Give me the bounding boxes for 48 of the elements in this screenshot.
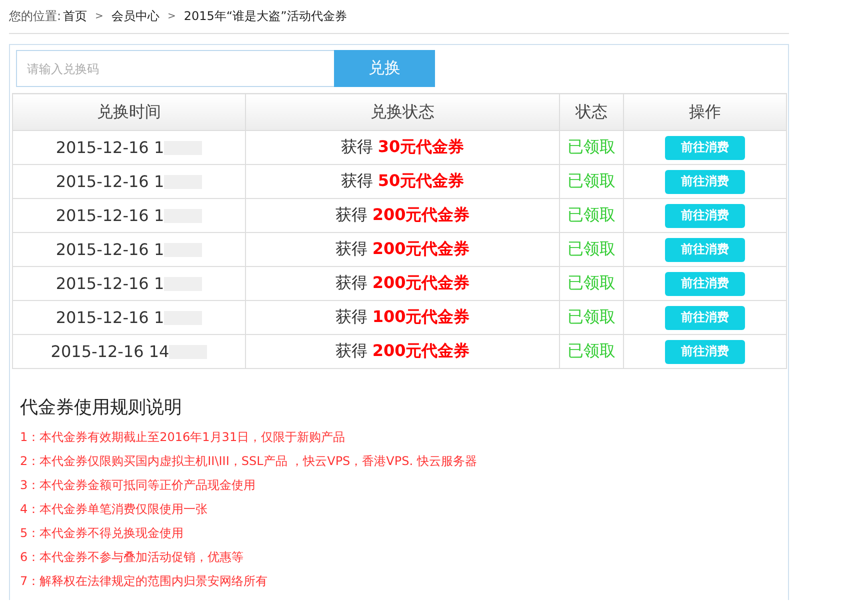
table-cell: 获得 200元代金券 [335,205,470,224]
table-cell: 获得 200元代金券 [335,273,470,292]
rule-text: 1：本代金券有效期截止至2016年1月31日，仅限于新购产品 [20,429,346,446]
rule-text: 4：本代金券单笔消费仅限使用一张 [20,501,209,518]
redeem-button[interactable]: 兑换 [334,50,435,87]
status-text: 已领取 [568,341,616,360]
table-cell: 获得 100元代金券 [335,307,470,326]
rule-text: 3：本代金券金额可抵同等正价产品现金使用 [20,477,257,494]
spend-button[interactable]: 前往消费 [665,340,745,364]
breadcrumb-link[interactable]: 2015年“谁是大盗”活动代金券 [184,8,347,25]
table-cell: 2015-12-16 1 [56,240,164,259]
status-text: 已领取 [568,273,616,292]
table-cell: 2015-12-16 1 [56,206,164,225]
section-title: 代金券使用规则说明 [20,396,183,419]
status-text: 已领取 [568,171,616,190]
table-cell: 2015-12-16 1 [56,172,164,191]
status-text: 已领取 [568,239,616,258]
status-text: 已领取 [568,205,616,224]
table-cell: 获得 50元代金券 [340,171,464,190]
status-text: 已领取 [568,307,616,326]
table-cell: 获得 200元代金券 [335,239,470,258]
rule-text: 6：本代金券不参与叠加活动促销，优惠等 [20,549,245,566]
breadcrumb-separator: > [167,11,176,22]
column-header: 兑换状态 [246,94,560,130]
breadcrumb-link[interactable]: 会员中心 [111,8,160,25]
rule-text: 2：本代金券仅限购买国内虚拟主机II\III，SSL产品 ，快云VPS，香港VPS. 快云服务器 [20,453,478,470]
spend-button[interactable]: 前往消费 [665,238,745,262]
column-header: 兑换时间 [12,94,246,130]
spend-button[interactable]: 前往消费 [665,306,745,330]
spend-button[interactable]: 前往消费 [665,136,745,160]
table-cell: 获得 200元代金券 [335,341,470,360]
spend-button[interactable]: 前往消费 [665,204,745,228]
column-header: 状态 [560,94,624,130]
spend-button[interactable]: 前往消费 [665,272,745,296]
column-header: 操作 [624,94,786,130]
breadcrumb-link[interactable]: 首页 [63,8,88,25]
spend-button[interactable]: 前往消费 [665,170,745,194]
table-cell: 2015-12-16 1 [56,274,164,293]
breadcrumb-label: 您的位置: [9,8,62,25]
table-cell: 2015-12-16 14 [50,342,170,361]
rule-text: 7：解释权在法律规定的范围内归景安网络所有 [20,573,269,590]
input-field[interactable]: 请输入兑换码 [16,50,334,87]
table-cell: 2015-12-16 1 [56,308,164,327]
rule-text: 5：本代金券不得兑换现金使用 [20,525,185,542]
table-cell: 获得 30元代金券 [340,137,464,156]
table-cell: 2015-12-16 1 [56,138,164,157]
status-text: 已领取 [568,137,616,156]
breadcrumb-separator: > [95,11,104,22]
